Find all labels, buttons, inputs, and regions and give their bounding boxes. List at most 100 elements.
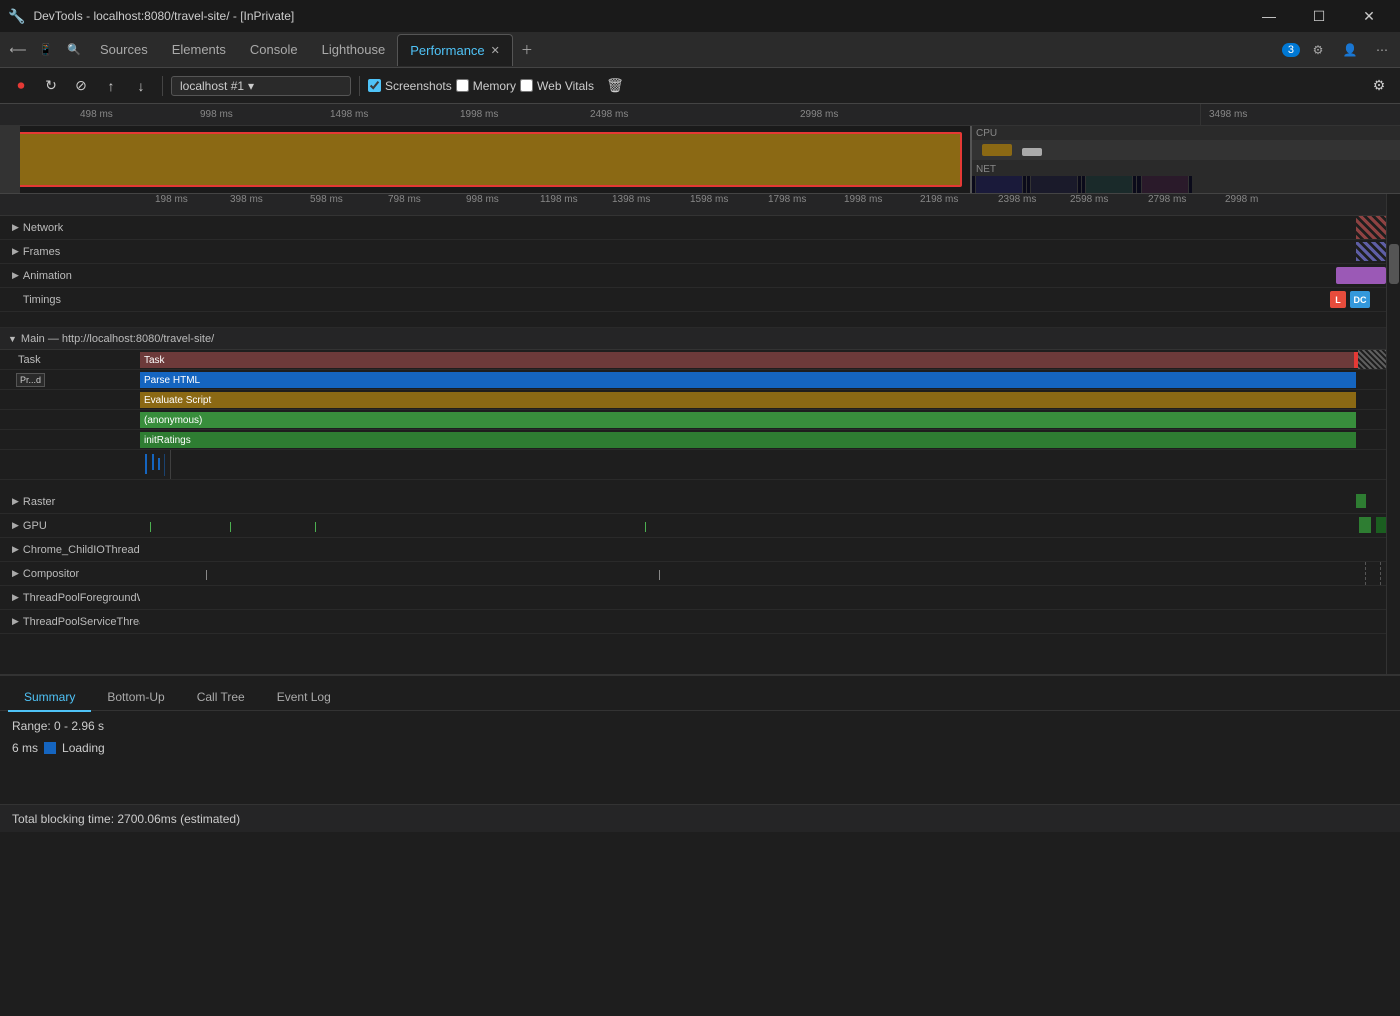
net-label: NET [972, 162, 1400, 176]
tab-lighthouse[interactable]: Lighthouse [310, 34, 398, 66]
screenshots-checkbox-label[interactable]: Screenshots [368, 79, 452, 93]
tab-close-performance[interactable]: ✕ [491, 44, 500, 57]
small-bars-content [140, 450, 1386, 479]
tab-console[interactable]: Console [238, 34, 310, 66]
parse-html-bar[interactable]: Parse HTML [140, 372, 1356, 388]
vertical-sep-1 [170, 450, 171, 479]
bottom-tab-summary[interactable]: Summary [8, 684, 91, 712]
overview-right-panel: CPU NET [970, 126, 1400, 193]
ruler-label-2498: 2498 ms [590, 109, 628, 120]
tick-2398: 2398 ms [998, 194, 1036, 205]
threadpool-foreground-content [140, 586, 1386, 609]
clear-button[interactable]: ⊘ [68, 73, 94, 99]
timings-track[interactable]: ▶ Timings L DC [0, 288, 1386, 312]
maximize-button[interactable]: ☐ [1296, 0, 1342, 32]
url-selector[interactable]: localhost #1 ▾ [171, 76, 351, 96]
minimize-button[interactable]: — [1246, 0, 1292, 32]
user-icon[interactable]: 👤 [1336, 36, 1364, 64]
childiothread-expand-arrow[interactable]: ▶ [12, 544, 19, 555]
gear-icon[interactable]: ⚙ [1366, 73, 1392, 99]
settings-icon[interactable]: ⚙ [1304, 36, 1332, 64]
tick-2598: 2598 ms [1070, 194, 1108, 205]
statusbar: Total blocking time: 2700.06ms (estimate… [0, 804, 1400, 832]
bottom-tab-event-log[interactable]: Event Log [261, 684, 347, 712]
animation-expand-arrow[interactable]: ▶ [12, 270, 19, 281]
reload-record-button[interactable]: ↻ [38, 73, 64, 99]
frames-expand-arrow[interactable]: ▶ [12, 246, 19, 257]
overview-area[interactable]: 498 ms 998 ms 1498 ms 1998 ms 2498 ms 29… [0, 104, 1400, 194]
more-options-icon[interactable]: ⋯ [1368, 36, 1396, 64]
gpu-track[interactable]: ▶ GPU [0, 514, 1386, 538]
init-ratings-row[interactable]: initRatings [0, 430, 1386, 450]
threadpool-service-track[interactable]: ▶ ThreadPoolServiceThread [0, 610, 1386, 634]
frames-track[interactable]: ▶ Frames [0, 240, 1386, 264]
web-vitals-checkbox-label[interactable]: Web Vitals [520, 79, 594, 93]
anonymous-row[interactable]: (anonymous) [0, 410, 1386, 430]
web-vitals-checkbox[interactable] [520, 79, 533, 92]
tab-performance[interactable]: Performance ✕ [397, 34, 513, 66]
evaluate-script-content: Evaluate Script [140, 390, 1386, 409]
chrome-childiothread-content [140, 538, 1386, 561]
screenshots-checkbox[interactable] [368, 79, 381, 92]
threadpool-svc-expand-arrow[interactable]: ▶ [12, 616, 19, 627]
animation-track[interactable]: ▶ Animation [0, 264, 1386, 288]
memory-checkbox[interactable] [456, 79, 469, 92]
tick-998: 998 ms [466, 194, 499, 205]
tick-1598: 1598 ms [690, 194, 728, 205]
tab-add-button[interactable]: ＋ [513, 36, 541, 64]
scrollbar-thumb[interactable] [1389, 244, 1399, 284]
frames-label: ▶ Frames [0, 246, 140, 258]
compositor-track[interactable]: ▶ Compositor [0, 562, 1386, 586]
screenshot-3 [1082, 176, 1137, 193]
overview-timeline-ruler: 498 ms 998 ms 1498 ms 1998 ms 2498 ms 29… [0, 104, 1200, 126]
init-ratings-bar[interactable]: initRatings [140, 432, 1356, 448]
network-track[interactable]: ▶ Network [0, 216, 1386, 240]
tab-nav-device[interactable]: 📱 [32, 36, 60, 64]
bottom-tab-call-tree[interactable]: Call Tree [181, 684, 261, 712]
task-bar-main[interactable]: Task [140, 352, 1356, 368]
close-button[interactable]: ✕ [1346, 0, 1392, 32]
trash-icon[interactable]: 🗑 [602, 73, 628, 99]
main-task-row[interactable]: Task Task [0, 350, 1386, 370]
titlebar: 🔧 DevTools - localhost:8080/travel-site/… [0, 0, 1400, 32]
tab-right-controls: 3 ⚙ 👤 ⋯ [1282, 36, 1396, 64]
bottom-content-area: Range: 0 - 2.96 s 6 ms Loading [0, 710, 1400, 804]
memory-checkbox-label[interactable]: Memory [456, 79, 516, 93]
small-bars-row [0, 450, 1386, 480]
overview-selection-box[interactable] [8, 132, 962, 187]
cpu-label: CPU [972, 126, 1400, 140]
compositor-expand-arrow[interactable]: ▶ [12, 568, 19, 579]
parse-html-row[interactable]: Pr...d Parse HTML [0, 370, 1386, 390]
bottom-tab-bottom-up[interactable]: Bottom-Up [91, 684, 180, 712]
ruler-label-1998: 1998 ms [460, 109, 498, 120]
main-collapse-arrow[interactable]: ▼ [8, 334, 17, 344]
upload-button[interactable]: ↑ [98, 73, 124, 99]
tab-elements[interactable]: Elements [160, 34, 238, 66]
tick-1398: 1398 ms [612, 194, 650, 205]
ruler-label-998: 998 ms [200, 109, 233, 120]
download-button[interactable]: ↓ [128, 73, 154, 99]
cpu-bar-1 [982, 144, 1012, 156]
threadpool-fg-expand-arrow[interactable]: ▶ [12, 592, 19, 603]
task-label-text: Task [18, 354, 41, 366]
evaluate-script-row[interactable]: Evaluate Script [0, 390, 1386, 410]
network-expand-arrow[interactable]: ▶ [12, 222, 19, 233]
record-button[interactable]: ⏺ [8, 73, 34, 99]
threadpool-foreground-track[interactable]: ▶ ThreadPoolForegroundWorker [0, 586, 1386, 610]
tab-nav-inspect[interactable]: 🔍 [60, 36, 88, 64]
tick-1198: 1198 ms [540, 194, 578, 205]
tracks-container[interactable]: ▶ Network ▶ Frames [0, 216, 1386, 674]
tab-sources[interactable]: Sources [88, 34, 160, 66]
parse-html-content: Parse HTML [140, 370, 1386, 389]
tab-nav-back[interactable]: ⟵ [4, 36, 32, 64]
chrome-childiothread-track[interactable]: ▶ Chrome_ChildIOThread [0, 538, 1386, 562]
raster-track[interactable]: ▶ Raster [0, 490, 1386, 514]
raster-expand-arrow[interactable]: ▶ [12, 496, 19, 507]
loading-legend: 6 ms Loading [12, 741, 1388, 755]
anonymous-bar[interactable]: (anonymous) [140, 412, 1356, 428]
tick-1798: 1798 ms [768, 194, 806, 205]
network-stripe-indicator [1356, 216, 1386, 239]
gpu-expand-arrow[interactable]: ▶ [12, 520, 19, 531]
evaluate-script-bar[interactable]: Evaluate Script [140, 392, 1356, 408]
right-scrollbar[interactable] [1386, 194, 1400, 674]
